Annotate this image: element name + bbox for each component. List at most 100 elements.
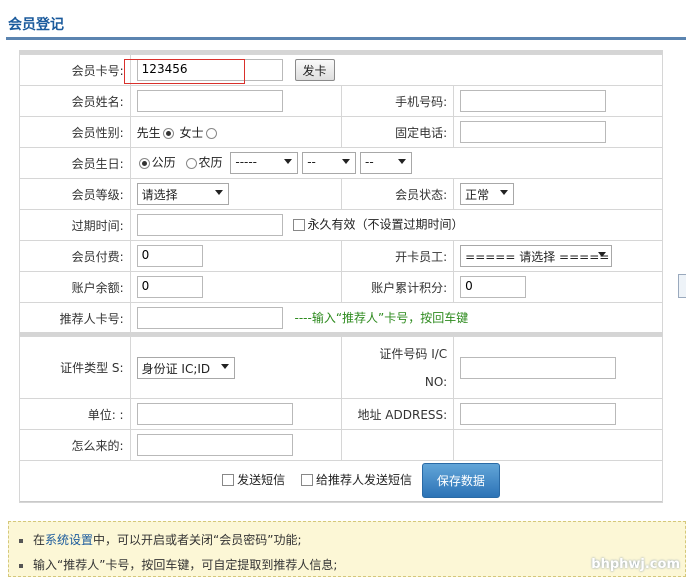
permanent-label: 永久有效（不设置过期时间）: [307, 217, 464, 232]
bullet-icon: [19, 563, 23, 568]
gender-male-radio[interactable]: [162, 127, 174, 139]
system-settings-link[interactable]: 系统设置: [45, 533, 93, 547]
id-number-label-line2: NO:: [424, 374, 448, 389]
payment-label: 会员付费:: [19, 240, 131, 272]
phone-input[interactable]: [460, 121, 607, 143]
table-row: 会员生日: 公历 农历 ----- -- --: [19, 147, 664, 179]
chevron-down-icon: [220, 363, 229, 369]
source-label: 怎么来的:: [19, 429, 131, 461]
gender-option-male-label: 先生: [136, 125, 161, 140]
tip-1-suffix: 中，可以开启或者关闭“会员密码”功能;: [93, 533, 302, 547]
tip-1-prefix: 在: [33, 533, 46, 547]
unit-input[interactable]: [136, 403, 293, 425]
id-type-select[interactable]: 身份证 IC;ID: [136, 356, 235, 379]
birth-day-select[interactable]: --: [360, 152, 413, 174]
chevron-down-icon: [598, 252, 607, 257]
chevron-down-icon: [342, 159, 351, 164]
referrer-label: 推荐人卡号:: [19, 302, 131, 334]
birth-month-value: --: [307, 155, 316, 169]
status-label: 会员状态:: [341, 178, 455, 210]
side-panel-tab[interactable]: [678, 274, 686, 298]
table-row: 会员等级: 请选择 会员状态: 正常: [19, 178, 663, 210]
table-row: 证件类型 S: 身份证 IC;ID 证件号码 I/C NO:: [19, 336, 663, 399]
status-select[interactable]: 正常: [460, 183, 515, 205]
phone-label: 固定电话:: [341, 116, 455, 148]
chevron-down-icon: [214, 190, 223, 195]
bullet-icon: [19, 538, 23, 543]
id-type-label: 证件类型 S:: [19, 336, 131, 399]
referrer-input[interactable]: [136, 307, 283, 329]
points-input[interactable]: 0: [460, 276, 527, 298]
staff-label: 开卡员工:: [341, 240, 455, 272]
gender-female-radio[interactable]: [205, 127, 217, 139]
send-sms-checkbox[interactable]: [222, 474, 235, 487]
table-row: 会员付费: 0 开卡员工: ===== 请选择 =====: [19, 240, 663, 272]
chevron-down-icon: [500, 190, 509, 195]
birth-month-select[interactable]: --: [302, 152, 357, 174]
title-divider: [6, 37, 686, 40]
address-label: 地址 ADDRESS:: [341, 398, 455, 430]
send-sms-label: 发送短信: [237, 472, 286, 487]
referrer-hint: ----输入“推荐人”卡号，按回车键: [294, 310, 469, 325]
watermark: bhphwj.com: [591, 557, 680, 572]
chevron-down-icon: [284, 159, 293, 164]
tip-item: 在系统设置中，可以开启或者关闭“会员密码”功能;: [19, 531, 302, 548]
id-number-label: 证件号码 I/C: [379, 346, 448, 361]
table-row: 发送短信 给推荐人发送短信 保存数据: [19, 459, 663, 503]
id-type-value: 身份证 IC;ID: [141, 361, 211, 376]
address-input[interactable]: [460, 403, 617, 425]
table-row: 账户余额: 0 账户累计积分: 0: [19, 271, 663, 303]
gender-option-female-label: 女士: [179, 125, 204, 140]
card-number-input[interactable]: 123456: [136, 59, 283, 81]
tips-panel: 在系统设置中，可以开启或者关闭“会员密码”功能; 输入“推荐人”卡号，按回车键，…: [8, 521, 686, 577]
birthday-label: 会员生日:: [19, 147, 131, 179]
payment-input[interactable]: 0: [136, 245, 203, 267]
send-sms-referrer-checkbox[interactable]: [300, 474, 313, 487]
level-select[interactable]: 请选择: [136, 183, 229, 205]
solar-calendar-label: 公历: [151, 155, 176, 170]
tip-2-text: 输入“推荐人”卡号，按回车键，可自定提取到推荐人信息;: [33, 558, 338, 572]
solar-calendar-radio[interactable]: [138, 157, 150, 169]
table-row: 会员性别: 先生 女士 固定电话:: [19, 116, 663, 148]
chevron-down-icon: [398, 159, 407, 164]
permanent-checkbox[interactable]: [292, 219, 305, 231]
staff-value: ===== 请选择 =====: [465, 250, 610, 264]
birth-year-select[interactable]: -----: [230, 152, 299, 174]
table-row: 会员姓名: 手机号码:: [19, 85, 663, 117]
card-number-label: 会员卡号:: [19, 54, 131, 86]
status-value: 正常: [465, 188, 490, 202]
level-label: 会员等级:: [19, 178, 131, 210]
expiry-input[interactable]: [136, 214, 283, 236]
table-row: 会员卡号: 123456 发卡: [19, 54, 664, 86]
lunar-calendar-label: 农历: [198, 155, 223, 170]
tip-item: 输入“推荐人”卡号，按回车键，可自定提取到推荐人信息;: [19, 556, 337, 573]
mobile-label: 手机号码:: [341, 85, 455, 117]
actions-table: 发送短信 给推荐人发送短信 保存数据: [19, 459, 663, 503]
expiry-label: 过期时间:: [19, 209, 131, 241]
balance-input[interactable]: 0: [136, 276, 203, 298]
id-info-table: 证件类型 S: 身份证 IC;ID 证件号码 I/C NO: 单位: : 地址 …: [19, 336, 663, 461]
issue-card-button[interactable]: 发卡: [294, 59, 335, 81]
birth-day-value: --: [365, 155, 374, 169]
gender-label: 会员性别:: [19, 116, 131, 148]
basic-info-table: 会员卡号: 123456 发卡 会员姓名: 手机号码: 会员性别: 先生 女士 …: [19, 54, 664, 334]
table-row: 过期时间: 永久有效（不设置过期时间）: [19, 209, 664, 241]
table-row: 怎么来的:: [19, 429, 663, 461]
balance-label: 账户余额:: [19, 271, 131, 303]
birth-year-value: -----: [235, 155, 258, 169]
save-data-button[interactable]: 保存数据: [421, 462, 500, 498]
name-label: 会员姓名:: [19, 85, 131, 117]
send-sms-referrer-label: 给推荐人发送短信: [315, 472, 412, 487]
level-value: 请选择: [141, 188, 178, 202]
mobile-input[interactable]: [460, 90, 607, 112]
name-input[interactable]: [136, 90, 283, 112]
staff-select[interactable]: ===== 请选择 =====: [460, 245, 613, 267]
points-label: 账户累计积分:: [341, 271, 455, 303]
table-row: 推荐人卡号: ----输入“推荐人”卡号，按回车键: [19, 302, 664, 334]
unit-label: 单位: :: [19, 398, 131, 430]
id-number-input[interactable]: [460, 356, 617, 379]
lunar-calendar-radio[interactable]: [185, 157, 197, 169]
page-title: 会员登记: [8, 17, 64, 33]
table-row: 单位: : 地址 ADDRESS:: [19, 398, 663, 430]
source-input[interactable]: [136, 434, 293, 456]
